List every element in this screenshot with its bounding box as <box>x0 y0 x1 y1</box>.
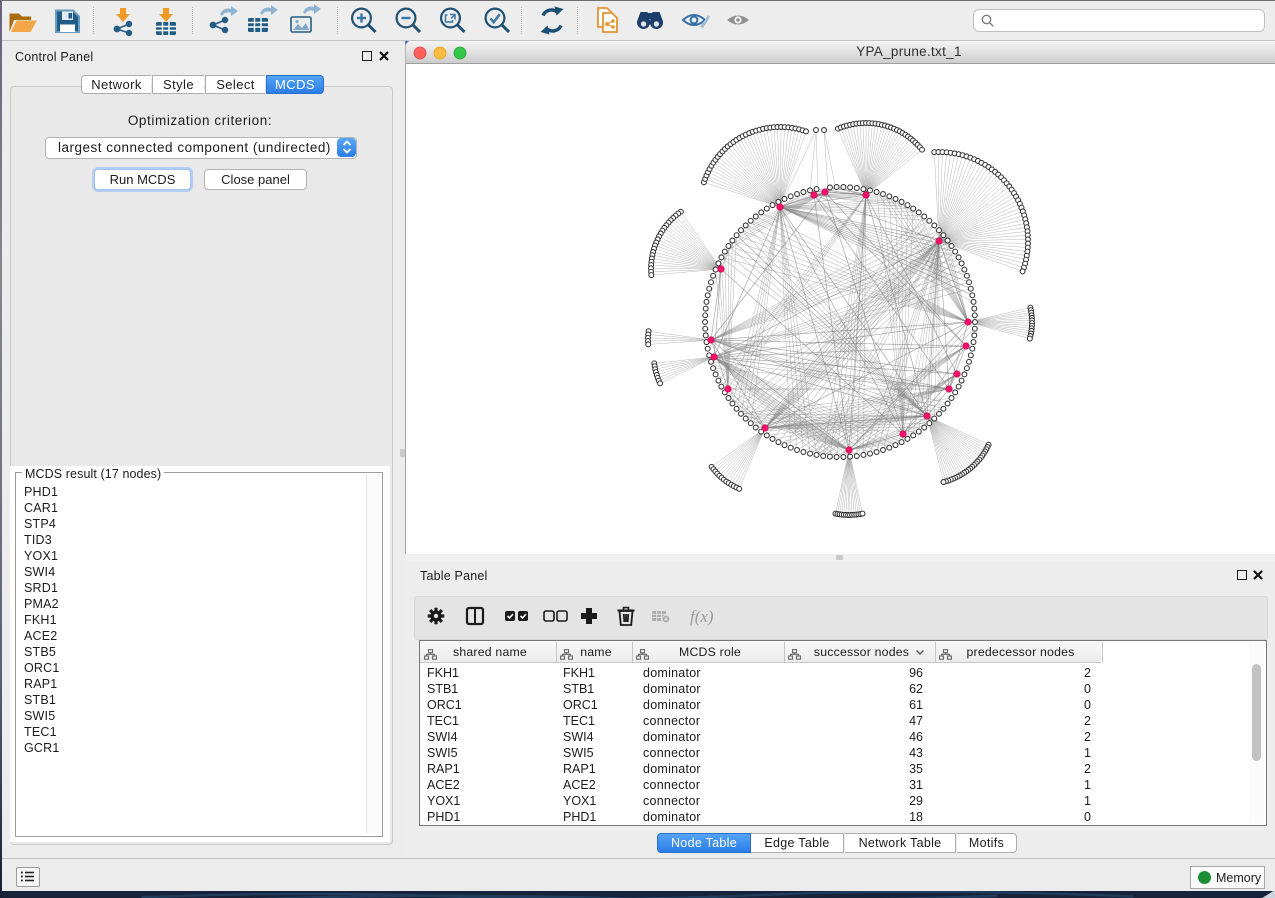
svg-text:f(x): f(x) <box>690 607 714 626</box>
